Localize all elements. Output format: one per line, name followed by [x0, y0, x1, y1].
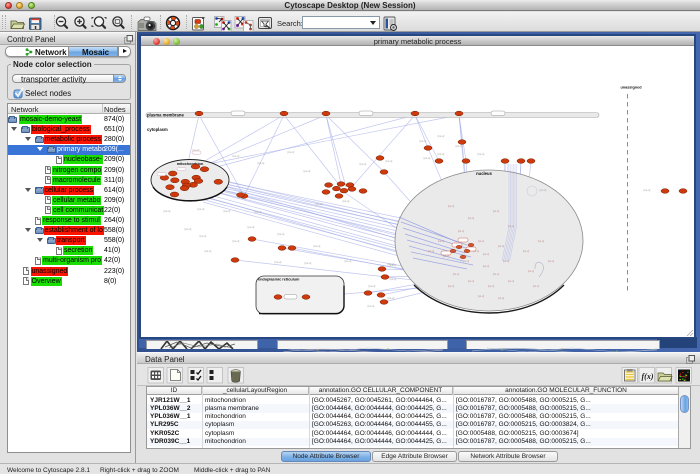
- svg-text:unassigned: unassigned: [620, 86, 642, 90]
- svg-text:endoplasmic reticulum: endoplasmic reticulum: [258, 278, 300, 282]
- svg-text:[xx-x]: [xx-x]: [458, 229, 464, 233]
- svg-text:[xx-x]: [xx-x]: [468, 279, 474, 283]
- svg-text:[xx-x]: [xx-x]: [493, 209, 499, 213]
- svg-text:[xx-x]: [xx-x]: [258, 161, 265, 165]
- svg-text:[xx-x]: [xx-x]: [305, 261, 312, 265]
- svg-text:[xx-x]: [xx-x]: [200, 234, 207, 238]
- svg-text:[xx-x]: [xx-x]: [314, 244, 321, 248]
- svg-text:[xx-x]: [xx-x]: [224, 209, 231, 213]
- svg-text:[xx-x]: [xx-x]: [304, 169, 311, 173]
- svg-text:[xx-x]: [xx-x]: [343, 199, 350, 203]
- svg-text:[xx-x]: [xx-x]: [644, 188, 651, 192]
- svg-text:[xx-x]: [xx-x]: [456, 144, 463, 148]
- svg-text:plasma membrane: plasma membrane: [147, 113, 184, 118]
- svg-text:[xx-x]: [xx-x]: [438, 239, 444, 243]
- svg-text:[xx-x]: [xx-x]: [498, 296, 504, 300]
- svg-text:[xx-x]: [xx-x]: [508, 279, 514, 283]
- svg-text:[xx-x]: [xx-x]: [438, 134, 445, 138]
- svg-text:[xx-x]: [xx-x]: [478, 152, 485, 156]
- svg-text:[xx-x]: [xx-x]: [233, 239, 240, 243]
- svg-text:[xx-x]: [xx-x]: [360, 162, 367, 166]
- svg-text:[xx-x]: [xx-x]: [390, 277, 397, 281]
- svg-text:[xx-x]: [xx-x]: [488, 284, 494, 288]
- svg-text:[xx-x]: [xx-x]: [164, 209, 171, 213]
- svg-text:[xx-x]: [xx-x]: [345, 259, 352, 263]
- svg-text:[xx-x]: [xx-x]: [369, 284, 376, 288]
- svg-text:[xx-x]: [xx-x]: [278, 232, 285, 236]
- svg-text:[xx-x]: [xx-x]: [483, 264, 489, 268]
- svg-text:[xx-x]: [xx-x]: [493, 272, 499, 276]
- svg-text:[xx-x]: [xx-x]: [540, 188, 547, 192]
- svg-text:[xx-x]: [xx-x]: [468, 216, 474, 220]
- svg-text:[xx-x]: [xx-x]: [275, 260, 282, 264]
- svg-text:[xx-x]: [xx-x]: [478, 239, 484, 243]
- svg-text:[xx-x]: [xx-x]: [233, 154, 240, 158]
- svg-text:[xx-x]: [xx-x]: [453, 272, 459, 276]
- svg-text:[xx-x]: [xx-x]: [198, 207, 205, 211]
- svg-text:[xx-x]: [xx-x]: [478, 294, 484, 298]
- svg-text:[xx-x]: [xx-x]: [498, 244, 504, 248]
- svg-text:[xx-x]: [xx-x]: [388, 296, 395, 300]
- svg-text:[xx-x]: [xx-x]: [508, 224, 514, 228]
- svg-text:mitochondrion: mitochondrion: [177, 162, 204, 166]
- svg-text:[xx-x]: [xx-x]: [483, 252, 489, 256]
- svg-text:[xx-x]: [xx-x]: [420, 139, 427, 143]
- svg-text:[xx-x]: [xx-x]: [368, 304, 375, 308]
- svg-text:[xx-x]: [xx-x]: [438, 152, 445, 156]
- svg-text:[xx-x]: [xx-x]: [424, 156, 431, 160]
- svg-text:[xx-x]: [xx-x]: [388, 262, 395, 266]
- svg-text:[xx-x]: [xx-x]: [533, 284, 539, 288]
- svg-text:[xx-x]: [xx-x]: [428, 249, 434, 253]
- svg-text:[xx-x]: [xx-x]: [386, 159, 393, 163]
- svg-text:[xx-x]: [xx-x]: [316, 202, 323, 206]
- svg-text:[xx-x]: [xx-x]: [448, 204, 454, 208]
- svg-text:[xx-x]: [xx-x]: [448, 284, 454, 288]
- svg-text:[xx-x]: [xx-x]: [248, 225, 255, 229]
- svg-text:[xx-x]: [xx-x]: [255, 210, 262, 214]
- svg-text:nucleus: nucleus: [476, 171, 492, 176]
- svg-text:[xx-x]: [xx-x]: [288, 150, 295, 154]
- svg-text:[xx-x]: [xx-x]: [205, 249, 212, 253]
- svg-text:[xx-x]: [xx-x]: [548, 259, 554, 263]
- svg-text:f(x): f(x): [642, 372, 654, 381]
- svg-text:[xx-x]: [xx-x]: [538, 239, 544, 243]
- svg-text:[xx-x]: [xx-x]: [528, 269, 534, 273]
- svg-text:[xx-x]: [xx-x]: [523, 249, 529, 253]
- svg-text:[xx-x]: [xx-x]: [503, 259, 509, 263]
- svg-text:[xx-x]: [xx-x]: [463, 259, 469, 263]
- svg-text:[xx-x]: [xx-x]: [185, 227, 192, 231]
- svg-text:cytoplasm: cytoplasm: [147, 127, 168, 132]
